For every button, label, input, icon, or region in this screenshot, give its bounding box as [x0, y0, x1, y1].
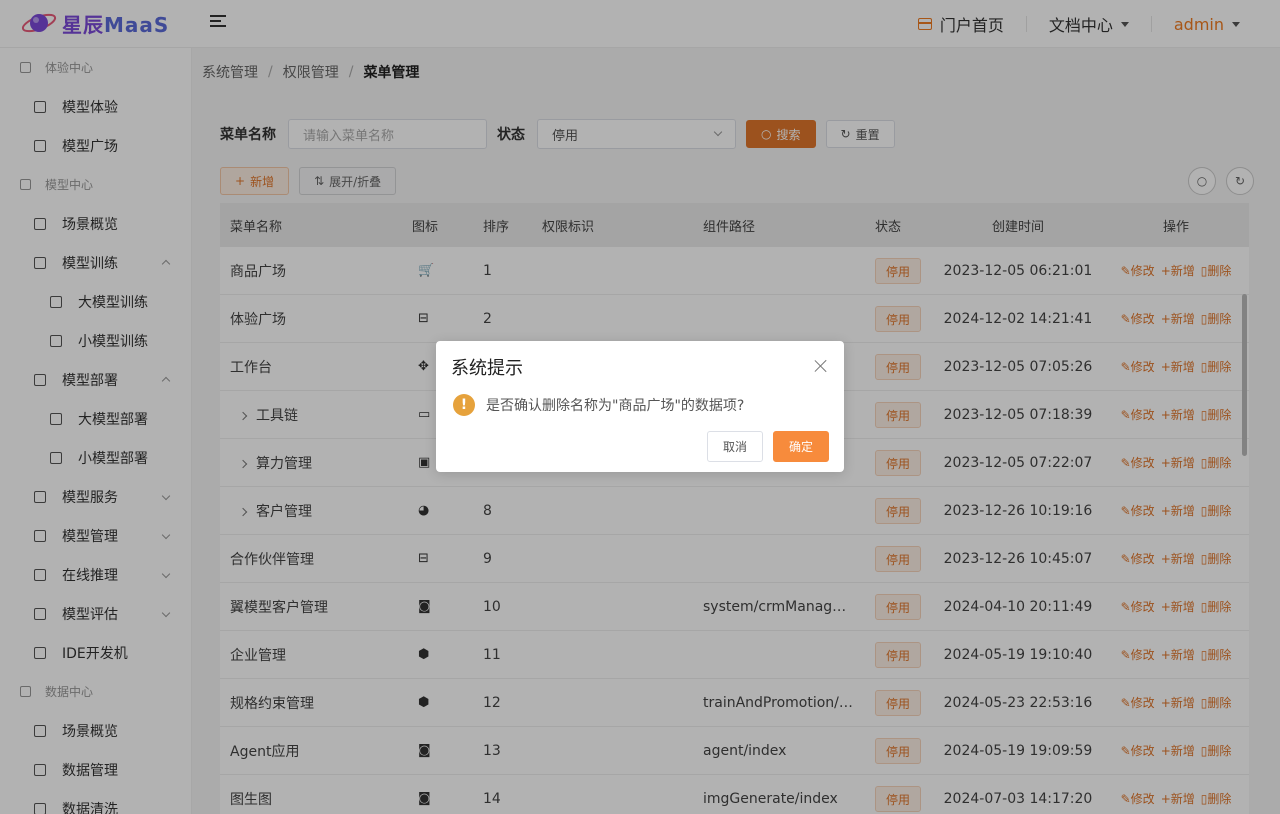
- dialog-title: 系统提示: [451, 358, 523, 379]
- warning-icon: !: [453, 394, 475, 416]
- confirm-dialog: 系统提示 ! 是否确认删除名称为"商品广场"的数据项? 取消 确定: [436, 341, 844, 472]
- close-icon[interactable]: [814, 359, 828, 373]
- dialog-message: 是否确认删除名称为"商品广场"的数据项?: [486, 398, 745, 414]
- confirm-button[interactable]: 确定: [772, 431, 829, 462]
- cancel-button[interactable]: 取消: [706, 431, 763, 462]
